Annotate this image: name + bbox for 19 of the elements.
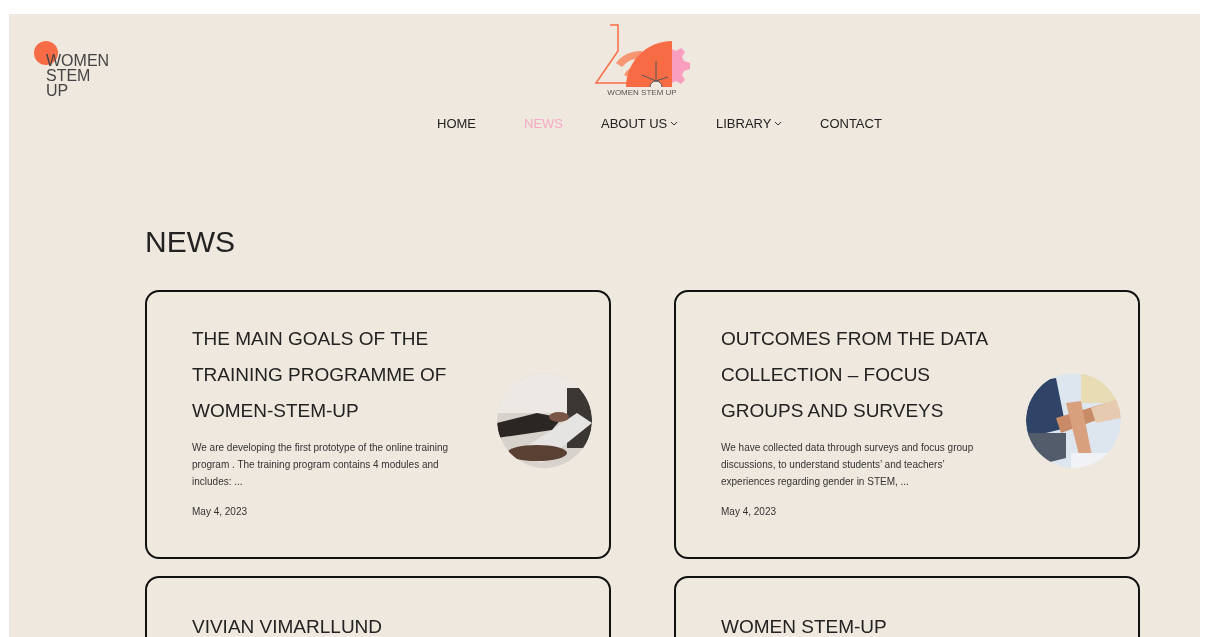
- news-excerpt: We have collected data through surveys and focus group discussions, to understand students’ and teachers’ experiences regarding gender in STEM, ...: [721, 441, 975, 489]
- news-card[interactable]: VIVIAN VIMARLLUND: [145, 576, 611, 637]
- news-title[interactable]: WOMEN STEM-UP: [721, 609, 1006, 637]
- news-date: May 4, 2023: [721, 505, 778, 519]
- news-card[interactable]: THE MAIN GOALS OF THE TRAINING PROGRAMME OF WOMEN-STEM-UP We are developing the first prototype of the online training program . The training program contains 4 modules and includes: ... May 4, 2023: [145, 290, 611, 559]
- nav-link[interactable]: ABOUT US: [591, 112, 706, 136]
- flask-gear-logo-icon: [594, 23, 690, 89]
- news-card[interactable]: WOMEN STEM-UP: [674, 576, 1140, 637]
- news-title[interactable]: OUTCOMES FROM THE DATA COLLECTION – FOCUS GROUPS AND SURVEYS: [721, 321, 1006, 429]
- news-title[interactable]: THE MAIN GOALS OF THE TRAINING PROGRAMME OF WOMEN-STEM-UP: [192, 321, 477, 429]
- nav-link[interactable]: LIBRARY: [706, 112, 810, 136]
- news-excerpt: We are developing the first prototype of the online training program . The training program contains 4 modules and includes: ...: [192, 441, 450, 489]
- news-title[interactable]: VIVIAN VIMARLLUND: [192, 609, 477, 637]
- page-heading: NEWS: [145, 224, 236, 260]
- news-card[interactable]: [674, 290, 1140, 559]
- news-date: May 4, 2023: [192, 505, 249, 519]
- nav-link[interactable]: HOME: [427, 112, 514, 136]
- nav-link[interactable]: CONTACT: [810, 112, 900, 136]
- logo-caption: WOMEN STEM UP: [607, 87, 677, 99]
